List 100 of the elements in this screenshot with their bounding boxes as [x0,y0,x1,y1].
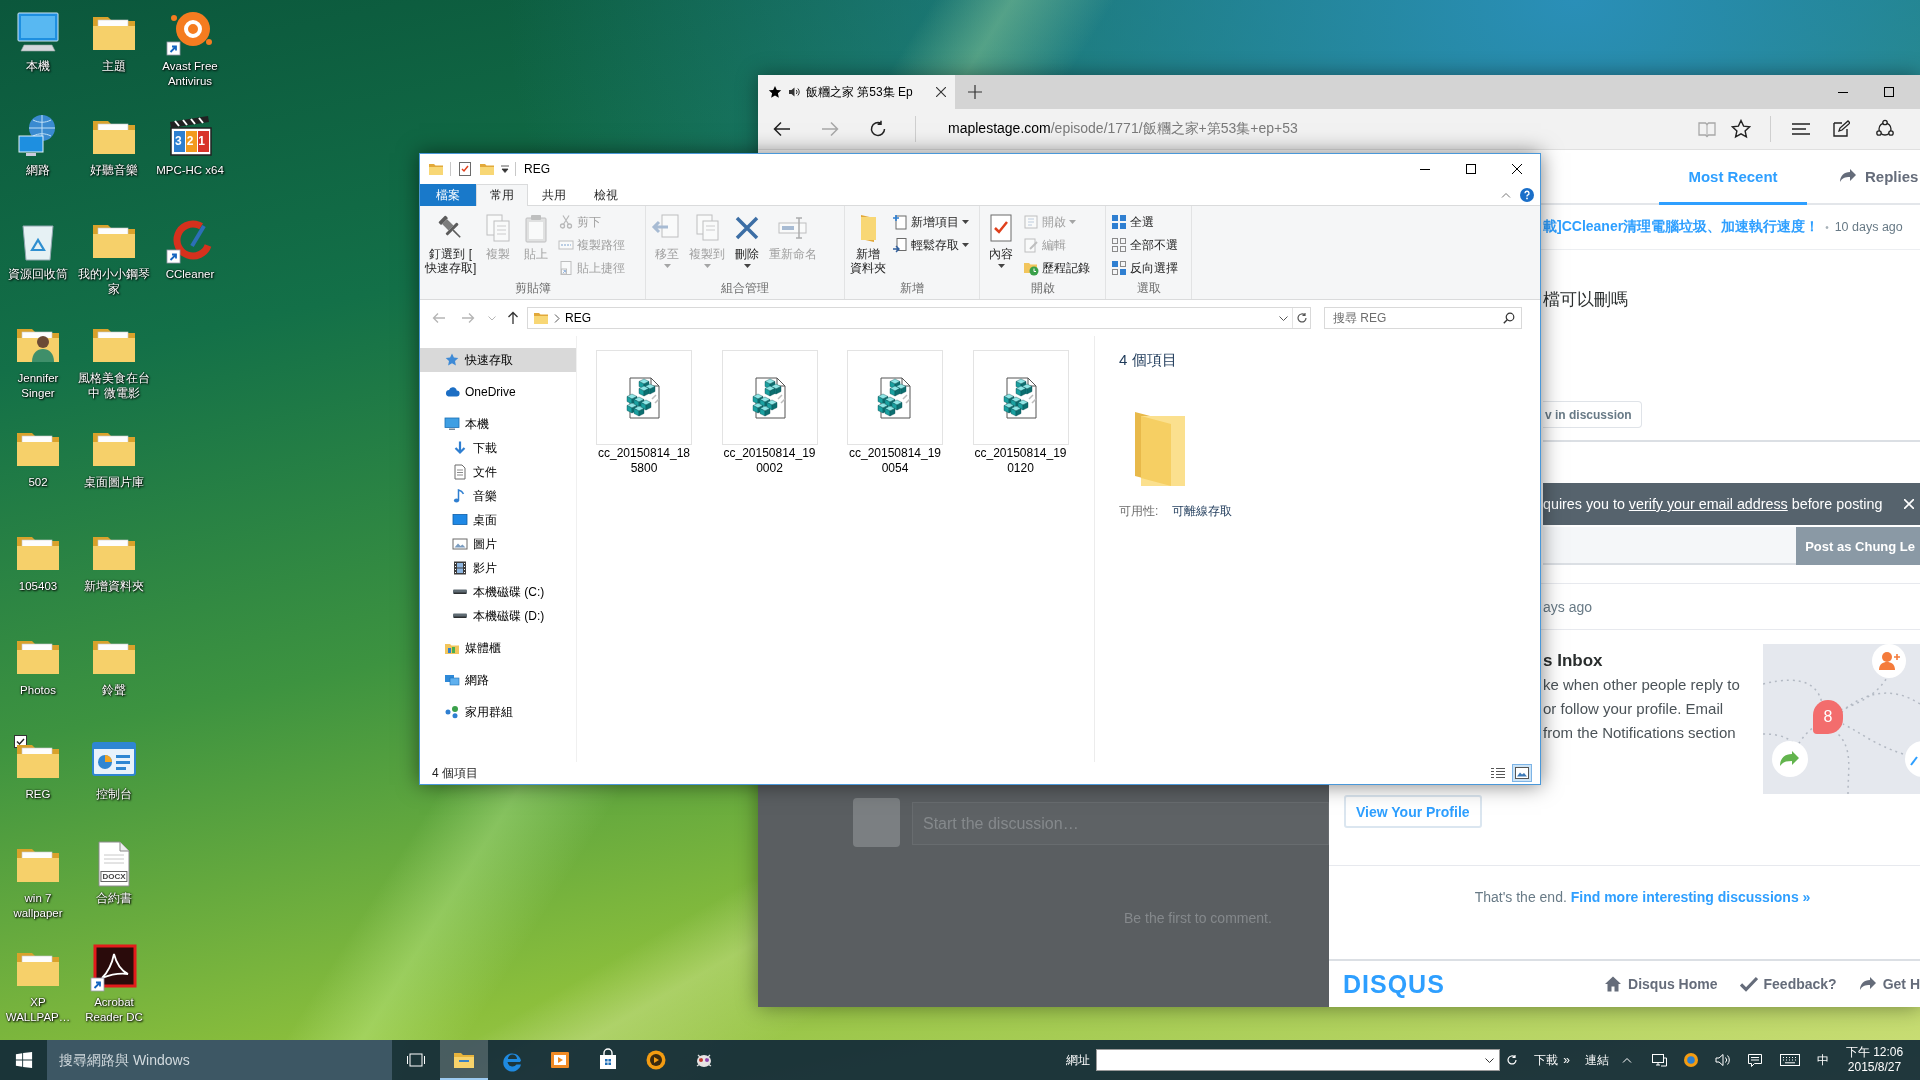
ribbon-button[interactable]: 內容 [983,211,1019,280]
icon-label[interactable]: 網路 [26,163,50,178]
help-icon[interactable] [1520,188,1534,202]
file-menu-tab[interactable]: 檔案 [420,184,476,206]
icon-label[interactable]: 好聽音樂 [90,163,138,178]
icon-label[interactable]: 502 [28,475,48,490]
icon-label[interactable]: 資源回收筒 [8,267,68,282]
verify-email-link[interactable]: verify your email address [1628,496,1788,512]
icon-label[interactable]: Photos [20,683,56,698]
up-arrow-icon[interactable] [505,310,521,326]
checked-page-icon[interactable] [457,161,473,177]
footer-link[interactable]: Disqus Home [1604,975,1718,993]
icon-label[interactable]: Jennifer Singer [17,371,59,401]
ribbon-tab[interactable]: 檢視 [580,184,632,206]
nav-item[interactable]: 下載 [420,436,576,460]
plus-icon[interactable] [968,85,982,99]
ribbon-button[interactable]: 輕鬆存取 [890,234,971,256]
file-thumbnail[interactable] [596,350,692,445]
icon-label[interactable]: 鈴聲 [102,683,126,698]
message-icon[interactable] [1747,1052,1763,1068]
nav-item[interactable]: 音樂 [420,484,576,508]
ribbon-button[interactable]: 新增項目 [890,211,971,233]
maximize-icon[interactable] [1884,87,1894,97]
close-icon[interactable] [1512,164,1522,174]
caret-icon[interactable] [501,165,509,173]
file-thumbnail[interactable] [721,350,818,445]
checkbox-icon[interactable] [14,735,27,748]
ribbon-tab[interactable]: 常用 [476,184,528,206]
comment-input-field[interactable] [1543,527,1797,565]
nav-item[interactable]: 桌面 [420,508,576,532]
footer-link[interactable]: Get H [1858,975,1920,993]
icon-label[interactable]: CCleaner [165,267,215,282]
nav-item[interactable]: 影片 [420,556,576,580]
ribbon-button[interactable]: 歷程記錄 [1021,257,1092,279]
icon-label[interactable]: 風格美食在台中 微電影 [76,371,152,401]
share-icon[interactable] [1875,119,1895,139]
keyboard-icon[interactable] [1780,1054,1800,1066]
icon-label[interactable]: 主題 [102,59,126,74]
refresh-icon[interactable] [1506,1054,1519,1066]
ribbon-tab[interactable]: 共用 [528,184,580,206]
nav-item[interactable]: 家用群組 [420,700,576,724]
nav-item[interactable]: 本機磁碟 (C:) [420,580,576,604]
maximize-icon[interactable] [1466,164,1476,174]
icon-label[interactable]: 本機 [26,59,50,74]
file-name[interactable]: cc_20150814_190120 [973,446,1068,476]
ribbon-button[interactable]: 全部不選 [1109,234,1180,256]
nav-item[interactable]: 網路 [420,668,576,692]
file-name[interactable]: cc_20150814_190002 [722,446,817,476]
nav-item[interactable]: 媒體櫃 [420,636,576,660]
input-method-indicator[interactable]: 中 [1817,1051,1829,1069]
caret-icon[interactable] [1278,315,1288,321]
disqus-tab[interactable]: Replies [1839,150,1919,205]
caret-icon[interactable] [1485,1057,1495,1063]
ribbon-button[interactable]: 新增 資料夾 [848,211,888,280]
back-arrow-icon[interactable] [772,119,792,139]
four-panes-icon[interactable] [14,1051,33,1069]
browser-tab[interactable]: 飯糰之家 第53集 Ep [758,75,955,109]
ribbon-button[interactable]: 釘選到 [ 快速存取] [423,211,479,280]
icon-label[interactable]: 桌面圖片庫 [84,475,144,490]
pen-square-icon[interactable] [1832,120,1850,138]
toolbar-link[interactable]: » [1563,1053,1570,1067]
nav-item[interactable]: 圖片 [420,532,576,556]
close-icon[interactable] [936,87,946,97]
file-name[interactable]: cc_20150814_190054 [848,446,942,476]
file-thumbnail[interactable] [972,350,1069,445]
footer-link[interactable]: Feedback? [1739,975,1837,993]
nav-item[interactable]: 快速存取 [420,348,576,372]
file-name[interactable]: cc_20150814_185800 [597,446,691,476]
icon-label[interactable]: 我的小小鋼琴家 [76,267,152,297]
icon-label[interactable]: REG [25,787,51,802]
refresh-icon[interactable] [1295,312,1308,324]
toolbar-link[interactable]: 下載 [1534,1051,1559,1069]
network-monitor-icon[interactable] [1651,1052,1667,1068]
large-icons-view-button[interactable] [1512,764,1532,782]
icon-label[interactable]: MPC-HC x64 [156,163,224,178]
clock-time[interactable]: 下午 12:06 [1845,1045,1904,1060]
ribbon-button[interactable]: 反向選擇 [1109,257,1180,279]
breadcrumb-item[interactable]: REG [565,311,591,325]
ribbon-button[interactable]: 全選 [1109,211,1180,233]
icon-label[interactable]: Avast Free Antivirus [162,59,218,89]
task-view-icon[interactable] [406,1050,426,1070]
refresh-icon[interactable] [869,120,887,138]
ribbon-button[interactable]: 刪除 [729,211,765,280]
play-ring-icon[interactable] [1683,1052,1699,1068]
search-field[interactable]: 搜尋 REG [1324,307,1522,329]
file-thumbnail[interactable] [847,350,943,445]
nav-item[interactable]: 本機 [420,412,576,436]
address-url[interactable]: maplestage.com/episode/1771/飯糰之家+第53集+ep+53 [948,120,1298,138]
search-field[interactable]: 搜尋網路與 Windows [47,1040,392,1080]
clock-date[interactable]: 2015/8/27 [1847,1060,1902,1075]
star-outline-icon[interactable] [1731,119,1751,139]
toolbar-link[interactable]: 連結 [1585,1051,1609,1069]
address-field[interactable]: REG [527,307,1311,329]
swirl-tile-icon[interactable] [90,944,138,992]
icon-label[interactable]: 105403 [18,579,58,594]
nav-item[interactable]: 文件 [420,460,576,484]
nav-item[interactable]: OneDrive [420,380,576,404]
icon-label[interactable]: 新增資料夾 [84,579,144,594]
nav-item[interactable]: 本機磁碟 (D:) [420,604,576,628]
address-toolbar-field[interactable] [1096,1049,1501,1071]
